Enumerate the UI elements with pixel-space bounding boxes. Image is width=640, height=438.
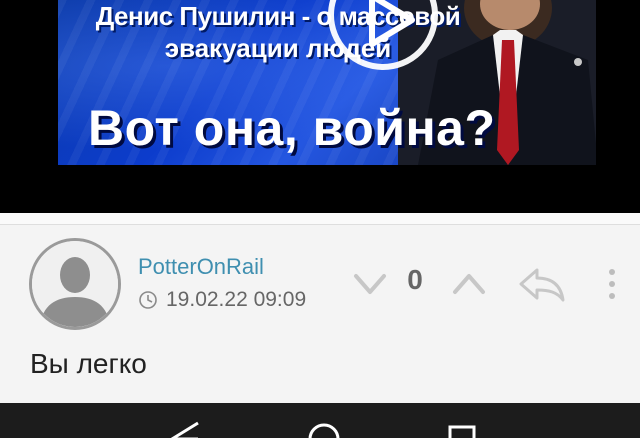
reply-icon[interactable]	[515, 264, 567, 304]
clock-icon	[139, 291, 157, 309]
video-thumbnail[interactable]: Денис Пушилин - о массовой эвакуации люд…	[58, 0, 596, 165]
system-navigation-bar	[0, 403, 640, 438]
video-headline: Вот она, война?	[88, 100, 496, 156]
vote-up-icon[interactable]	[449, 266, 489, 302]
comment-author[interactable]: PotterOnRail	[138, 254, 264, 280]
comment-timestamp: 19.02.22 09:09	[138, 286, 306, 314]
play-icon	[369, 0, 415, 47]
more-options-icon[interactable]	[598, 264, 626, 304]
comment-date-text: 19.02.22 09:09	[166, 288, 307, 311]
card-divider	[0, 213, 640, 225]
comment-score: 0	[407, 264, 423, 295]
video-player[interactable]: Денис Пушилин - о массовой эвакуации люд…	[0, 0, 640, 213]
back-icon[interactable]	[168, 421, 202, 438]
home-icon[interactable]	[306, 423, 342, 438]
comment-item: PotterOnRail 19.02.22 09:09 0 Вы легко	[0, 226, 640, 402]
user-avatar-icon[interactable]	[29, 238, 121, 330]
comment-text: Вы легко	[30, 348, 147, 379]
vote-down-icon[interactable]	[350, 266, 390, 302]
recent-apps-icon[interactable]	[448, 425, 476, 438]
